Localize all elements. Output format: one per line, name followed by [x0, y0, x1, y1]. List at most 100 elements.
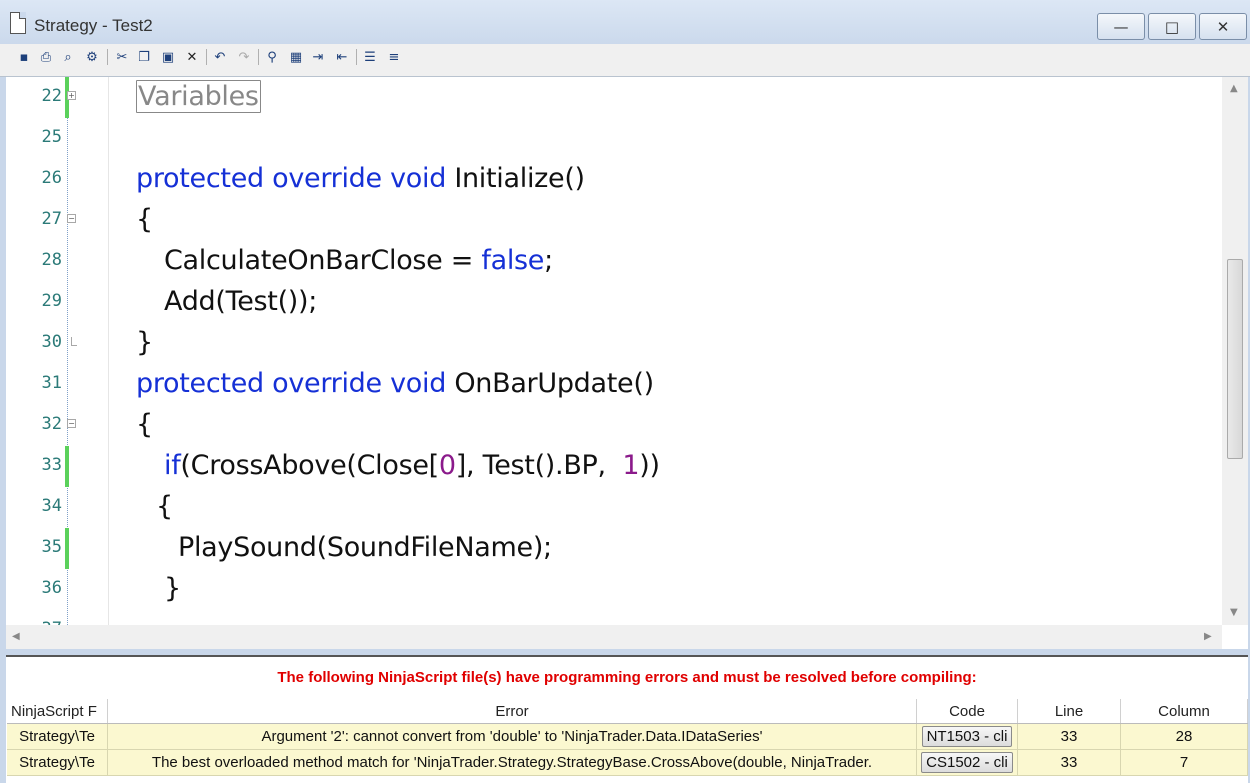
region-label[interactable]: Variables	[136, 80, 261, 113]
code-line[interactable]: 31 protected override void OnBarUpdate()	[6, 364, 1222, 405]
column-header-code[interactable]: Code	[916, 699, 1018, 724]
error-line: 33	[1017, 723, 1121, 750]
vertical-scroll-thumb[interactable]	[1227, 259, 1243, 459]
redo-icon[interactable]: ↷	[236, 48, 252, 66]
undo-icon[interactable]: ↶	[212, 48, 228, 66]
error-panel: The following NinjaScript file(s) have p…	[6, 655, 1248, 783]
code-line[interactable]: 22 + Variables	[6, 77, 1222, 118]
code-line[interactable]: 27− {	[6, 200, 1222, 241]
code-line[interactable]: 33 if(CrossAbove(Close[0], Test().BP, 1))	[6, 446, 1222, 487]
column-header-line[interactable]: Line	[1017, 699, 1121, 724]
code-line[interactable]: 32− {	[6, 405, 1222, 446]
code-text: protected override void OnBarUpdate()	[136, 368, 654, 399]
code-token: protected override void	[136, 368, 447, 399]
code-token: {	[156, 491, 173, 522]
line-number: 28	[41, 250, 62, 270]
code-token: }	[136, 327, 153, 358]
print-preview-icon[interactable]: ⌕	[60, 48, 76, 66]
error-row[interactable]: Strategy\Te Argument '2': cannot convert…	[7, 723, 1248, 750]
replace-icon[interactable]: ▦	[288, 48, 304, 66]
code-text: Add(Test());	[164, 286, 317, 317]
code-text: Variables	[136, 80, 261, 113]
column-header-file[interactable]: NinjaScript F	[7, 699, 108, 724]
maximize-button[interactable]: □	[1148, 13, 1196, 40]
code-editor[interactable]: 22 + Variables 25 26 protected override void …	[6, 77, 1248, 649]
line-number: 25	[41, 127, 62, 147]
uncomment-icon[interactable]: ≡	[386, 48, 402, 66]
code-line[interactable]: 28 CalculateOnBarClose = false;	[6, 241, 1222, 282]
page-setup-icon[interactable]: ⚙	[84, 48, 100, 66]
code-token: {	[136, 409, 153, 440]
comment-icon[interactable]: ☰	[362, 48, 378, 66]
scroll-right-icon[interactable]: ▶	[1204, 631, 1212, 642]
maximize-icon: □	[1164, 17, 1180, 36]
error-row[interactable]: Strategy\Te The best overloaded method m…	[7, 749, 1248, 776]
indent-icon[interactable]: ⇥	[310, 48, 326, 66]
code-token: ;	[544, 245, 553, 276]
find-icon[interactable]: ⚲	[264, 48, 280, 66]
code-text: {	[136, 409, 153, 440]
minimize-button[interactable]: —	[1097, 13, 1145, 40]
code-token: }	[164, 573, 181, 604]
line-number: 32	[41, 414, 62, 434]
code-token: {	[136, 204, 153, 235]
vertical-scrollbar[interactable]: ▲ ▼	[1222, 77, 1248, 625]
collapse-icon[interactable]: −	[67, 214, 76, 223]
toolbar-separator	[206, 49, 207, 65]
error-code-button[interactable]: CS1502 - cli	[921, 752, 1013, 773]
save-icon[interactable]: ▪	[16, 48, 32, 66]
code-token: false	[481, 245, 545, 276]
scroll-up-icon[interactable]: ▲	[1230, 83, 1238, 94]
code-line[interactable]: 26 protected override void Initialize()	[6, 159, 1222, 200]
code-line[interactable]: 35 PlaySound(SoundFileName);	[6, 528, 1222, 569]
line-number: 22	[41, 86, 62, 106]
code-line[interactable]: 34 {	[6, 487, 1222, 528]
code-text: }	[136, 327, 153, 358]
delete-icon[interactable]: ✕	[184, 48, 200, 66]
code-line[interactable]: 25	[6, 118, 1222, 159]
column-header-column[interactable]: Column	[1120, 699, 1248, 724]
code-token: Add(Test());	[164, 286, 318, 317]
change-marker	[65, 446, 69, 487]
error-message: The following NinjaScript file(s) have p…	[277, 669, 977, 686]
line-number: 30	[41, 332, 62, 352]
code-token: ], Test().BP,	[455, 450, 623, 481]
line-number: 35	[41, 537, 62, 557]
error-file: Strategy\Te	[7, 723, 108, 750]
code-text: }	[164, 573, 181, 604]
toolbar-separator	[356, 49, 357, 65]
code-text: if(CrossAbove(Close[0], Test().BP, 1))	[164, 450, 660, 481]
line-number: 29	[41, 291, 62, 311]
collapse-icon[interactable]: −	[67, 419, 76, 428]
scroll-left-icon[interactable]: ◀	[12, 631, 20, 642]
error-column: 7	[1120, 749, 1248, 776]
print-icon[interactable]: ⎙	[38, 48, 54, 66]
code-line[interactable]: 36}	[6, 569, 1222, 610]
close-button[interactable]: ✕	[1199, 13, 1247, 40]
outdent-icon[interactable]: ⇤	[334, 48, 350, 66]
line-number: 26	[41, 168, 62, 188]
error-text: Argument '2': cannot convert from 'doubl…	[107, 723, 917, 750]
code-token: protected override void	[136, 163, 447, 194]
code-token: CalculateOnBarClose =	[164, 245, 482, 276]
horizontal-scrollbar[interactable]: ◀ ▶	[6, 625, 1222, 649]
scroll-down-icon[interactable]: ▼	[1230, 607, 1238, 618]
line-number: 34	[41, 496, 62, 516]
column-header-error[interactable]: Error	[107, 699, 917, 724]
line-number: 36	[41, 578, 62, 598]
toolbar-separator	[258, 49, 259, 65]
paste-icon[interactable]: ▣	[160, 48, 176, 66]
code-token: PlaySound(SoundFileName);	[178, 532, 552, 563]
code-token: 1	[622, 450, 640, 481]
code-token: if	[164, 450, 181, 481]
expand-icon[interactable]: +	[67, 91, 76, 100]
code-line[interactable]: 30}	[6, 323, 1222, 364]
code-token: 0	[438, 450, 456, 481]
error-code-button[interactable]: NT1503 - cli	[921, 726, 1013, 747]
copy-icon[interactable]: ❐	[136, 48, 152, 66]
error-code-cell: CS1502 - cli	[916, 749, 1018, 776]
fold-end-marker	[71, 337, 77, 346]
code-line[interactable]: 29 Add(Test());	[6, 282, 1222, 323]
cut-icon[interactable]: ✂	[114, 48, 130, 66]
error-line: 33	[1017, 749, 1121, 776]
